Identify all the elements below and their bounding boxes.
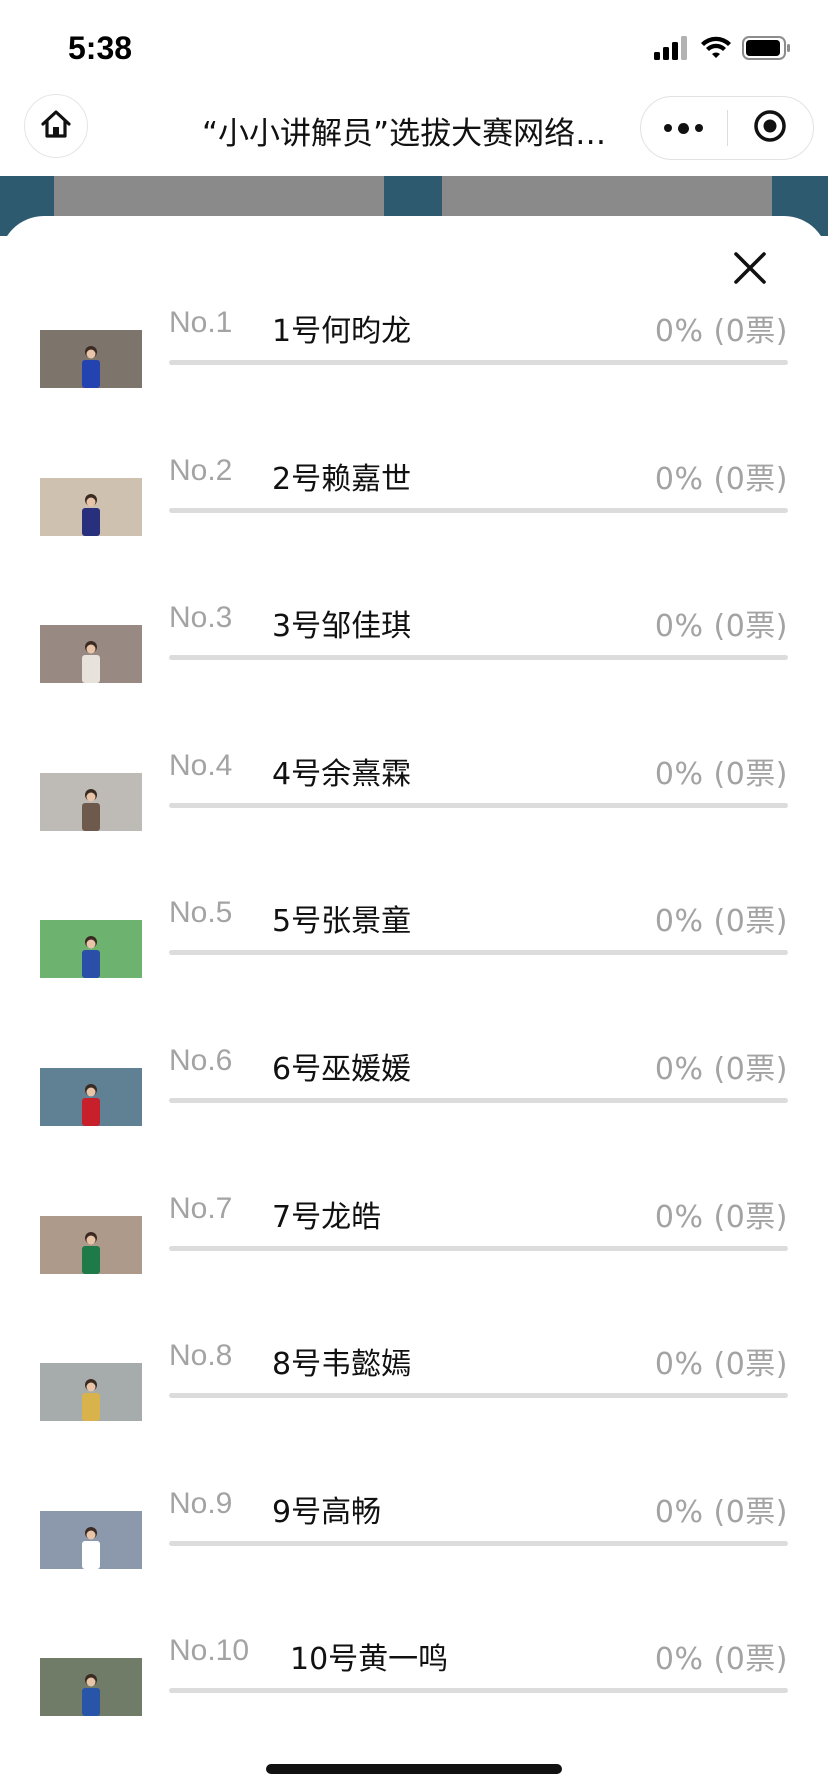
candidate-name: 2号赖嘉世 [272,461,412,497]
close-button[interactable] [726,246,774,294]
mini-program-nav-bar: “小小讲解员”选拔大赛网络投票 [0,94,828,176]
exit-button[interactable] [728,96,814,160]
vote-progress-bar [169,1098,788,1103]
battery-icon [742,36,792,65]
candidate-rank: No.2 [169,453,233,487]
vote-progress-bar [169,1688,788,1694]
wifi-icon [700,36,732,65]
candidate-rank: No.10 [169,1634,250,1668]
candidate-vote-result: 0% (0票) [654,314,788,349]
candidate-row[interactable]: No.8 8号韦懿嫣 0% (0票) [0,1329,828,1477]
menu-capsule [640,96,814,160]
candidate-thumbnail[interactable] [40,1510,142,1569]
candidate-row[interactable]: No.4 4号余熹霖 0% (0票) [0,739,828,887]
vote-progress-bar [169,1245,788,1251]
candidate-row[interactable]: No.10 10号黄一鸣 0% (0票) [0,1624,828,1772]
status-time: 5:38 [68,30,133,66]
candidate-vote-result: 0% (0票) [654,1494,788,1530]
page-title: “小小讲解员”选拔大赛网络投票 [202,116,622,152]
home-icon [39,107,73,146]
candidate-rank: No.5 [169,896,233,930]
more-icon [664,122,704,134]
status-icons [654,36,792,65]
candidate-row[interactable]: No.6 6号巫媛媛 0% (0票) [0,1034,828,1182]
candidate-name: 1号何昀龙 [272,314,412,349]
candidate-rank: No.4 [169,748,233,782]
candidate-rank: No.3 [169,601,233,635]
vote-progress-bar [169,1393,788,1399]
candidate-vote-result: 0% (0票) [654,1199,788,1235]
candidate-thumbnail[interactable] [40,1068,142,1126]
close-icon [733,251,767,290]
candidate-thumbnail[interactable] [40,1658,142,1717]
vote-progress-bar [169,802,788,808]
candidate-name: 8号韦懿嫣 [272,1347,412,1383]
candidate-name: 5号张景童 [272,904,412,940]
candidate-name: 3号邹佳琪 [272,609,412,645]
candidate-vote-result: 0% (0票) [654,1347,788,1383]
candidate-row[interactable]: No.9 9号高畅 0% (0票) [0,1477,828,1625]
candidate-name: 6号巫媛媛 [272,1052,412,1087]
candidate-rank: No.6 [169,1044,233,1077]
vote-progress-bar [169,1540,788,1546]
cellular-signal-icon [654,36,690,65]
status-bar: 5:38 [0,0,828,94]
candidate-thumbnail[interactable] [40,1215,142,1274]
candidate-thumbnail[interactable] [40,330,142,388]
vote-ranking-sheet: No.1 1号何昀龙 0% (0票) No.2 2号赖嘉世 0% (0票) No.3 3号邹佳… [0,216,828,1792]
candidate-vote-result: 0% (0票) [654,1642,788,1678]
candidate-rank: No.9 [169,1486,233,1520]
vote-progress-bar [169,655,788,661]
home-button[interactable] [24,94,88,158]
candidate-row[interactable]: No.1 1号何昀龙 0% (0票) [0,296,828,444]
record-icon [752,108,788,149]
candidate-rank: No.1 [169,306,233,339]
candidate-row[interactable]: No.3 3号邹佳琪 0% (0票) [0,591,828,739]
candidate-name: 7号龙皓 [272,1199,382,1235]
candidate-vote-result: 0% (0票) [654,904,788,940]
candidate-row[interactable]: No.2 2号赖嘉世 0% (0票) [0,444,828,592]
candidate-vote-result: 0% (0票) [654,1052,788,1087]
candidate-row[interactable]: No.5 5号张景童 0% (0票) [0,886,828,1034]
candidate-name: 10号黄一鸣 [290,1642,449,1678]
home-indicator [266,1764,562,1774]
candidate-rank: No.8 [169,1339,233,1373]
candidate-rank: No.7 [169,1191,233,1225]
candidate-thumbnail[interactable] [40,1363,142,1422]
candidate-thumbnail[interactable] [40,920,142,979]
candidate-row[interactable]: No.7 7号龙皓 0% (0票) [0,1182,828,1330]
candidate-name: 4号余熹霖 [272,756,412,792]
vote-progress-bar [169,507,788,513]
candidate-thumbnail[interactable] [40,772,142,831]
more-button[interactable] [641,96,727,160]
vote-progress-bar [169,360,788,365]
vote-progress-bar [169,950,788,956]
candidate-vote-result: 0% (0票) [654,461,788,497]
candidate-name: 9号高畅 [272,1494,382,1530]
candidate-thumbnail[interactable] [40,477,142,536]
candidate-thumbnail[interactable] [40,625,142,684]
candidate-vote-result: 0% (0票) [654,756,788,792]
candidate-vote-result: 0% (0票) [654,609,788,645]
